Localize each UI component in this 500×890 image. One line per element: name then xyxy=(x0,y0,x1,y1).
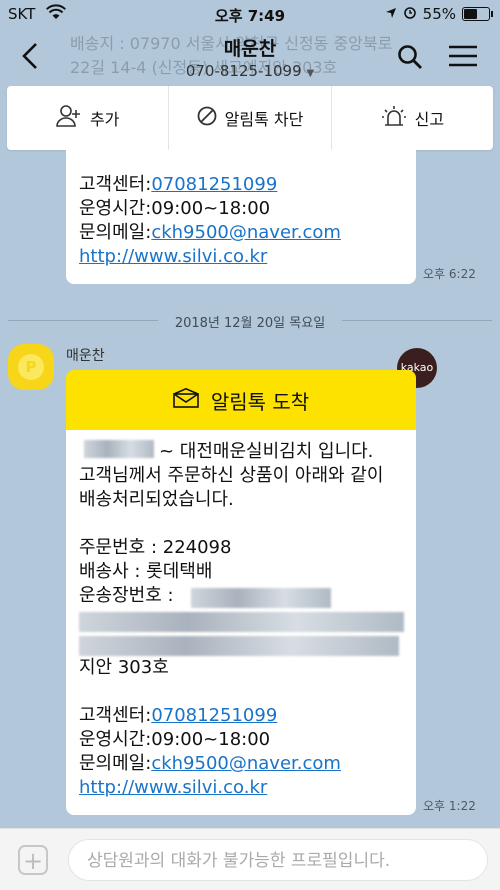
cs-label: 고객센터: xyxy=(79,174,152,195)
message-time-1: 오후 6:22 xyxy=(423,267,476,281)
message-input[interactable]: 상담원과의 대화가 불가능한 프로필입니다. xyxy=(68,839,488,881)
phone-number[interactable]: 070-8125-1099 ▼ xyxy=(0,62,500,80)
message-bubble-2: ~ 대전매운실비김치 입니다. 고객님께서 주문하신 상품이 아래와 같이 배송… xyxy=(66,430,416,815)
address-tail: 지안 303호 xyxy=(79,657,169,678)
sender-name: 매운찬 xyxy=(66,348,105,364)
message-time-2: 오후 1:22 xyxy=(423,799,476,813)
chevron-down-icon: ▼ xyxy=(306,68,315,79)
battery-percent: 55% xyxy=(422,5,456,23)
block-icon xyxy=(197,106,217,130)
block-label: 알림톡 차단 xyxy=(224,110,304,129)
hours-line-2: 운영시간:09:00~18:00 xyxy=(79,729,271,750)
alimtalk-header: 알림톡 도착 xyxy=(66,370,416,430)
divider-line-right xyxy=(342,320,492,321)
avatar[interactable]: P xyxy=(8,344,54,390)
email-link-2[interactable]: ckh9500@naver.com xyxy=(151,753,341,774)
redacted-address-2 xyxy=(79,636,399,656)
report-icon xyxy=(381,105,407,131)
greeting-line: ~ 대전매운실비김치 입니다. xyxy=(159,441,374,462)
add-friend-icon xyxy=(56,105,82,131)
cs-phone-link-2[interactable]: 07081251099 xyxy=(151,705,277,726)
body-line-2: 고객님께서 주문하신 상품이 아래와 같이 xyxy=(79,465,384,486)
email-link[interactable]: ckh9500@naver.com xyxy=(151,222,341,243)
redacted-address-1 xyxy=(79,612,404,632)
search-icon[interactable] xyxy=(397,44,423,74)
hours-line: 운영시간:09:00~18:00 xyxy=(79,198,271,219)
add-button[interactable]: 추가 xyxy=(7,86,170,150)
courier-line: 배송사 : 롯데택배 xyxy=(79,561,213,582)
battery-icon xyxy=(462,7,493,21)
date-divider: 2018년 12월 20일 목요일 xyxy=(8,310,492,331)
plus-icon[interactable]: + xyxy=(18,845,48,875)
location-icon xyxy=(385,5,397,23)
phone-number-text: 070-8125-1099 xyxy=(185,62,302,80)
order-number: 주문번호 : 224098 xyxy=(79,537,232,558)
cs-line: 고객센터:07081251099 xyxy=(79,173,341,197)
envelope-icon xyxy=(173,387,199,413)
email-line: 문의메일:ckh9500@naver.com xyxy=(79,221,341,245)
redacted-tracking xyxy=(191,588,331,608)
cs-line-2: 고객센터:07081251099 xyxy=(79,704,383,728)
cs-label-2: 고객센터: xyxy=(79,705,152,726)
avatar-letter: P xyxy=(18,354,44,380)
tracking-label: 운송장번호 : xyxy=(79,585,174,606)
status-bar: SKT 오후 7:49 55% xyxy=(0,0,500,28)
action-bar: 추가 알림톡 차단 신고 xyxy=(7,86,493,150)
chat-header: 배송지 : 07970 서울시 양천구 신정동 중앙북로22길 14-4 (신정… xyxy=(0,28,500,86)
alarm-icon xyxy=(403,5,417,23)
date-divider-text: 2018년 12월 20일 목요일 xyxy=(174,316,326,331)
menu-icon[interactable] xyxy=(448,45,478,71)
website-link-2[interactable]: http://www.silvi.co.kr xyxy=(79,776,383,800)
message-bubble-1: 고객센터:07081251099 운영시간:09:00~18:00 문의메일:c… xyxy=(66,150,416,284)
cs-phone-link[interactable]: 07081251099 xyxy=(151,174,277,195)
input-bar: + 상담원과의 대화가 불가능한 프로필입니다. xyxy=(0,828,500,890)
email-line-2: 문의메일:ckh9500@naver.com xyxy=(79,752,383,776)
email-label-2: 문의메일: xyxy=(79,753,152,774)
report-button[interactable]: 신고 xyxy=(332,86,493,150)
report-label: 신고 xyxy=(414,110,445,129)
body-line-3: 배송처리되었습니다. xyxy=(79,489,234,510)
email-label: 문의메일: xyxy=(79,222,152,243)
alimtalk-title: 알림톡 도착 xyxy=(210,389,310,414)
status-right: 55% xyxy=(385,5,493,23)
chat-title[interactable]: 매운찬 xyxy=(0,34,500,61)
add-label: 추가 xyxy=(89,110,120,129)
block-button[interactable]: 알림톡 차단 xyxy=(169,86,332,150)
website-link[interactable]: http://www.silvi.co.kr xyxy=(79,245,341,269)
